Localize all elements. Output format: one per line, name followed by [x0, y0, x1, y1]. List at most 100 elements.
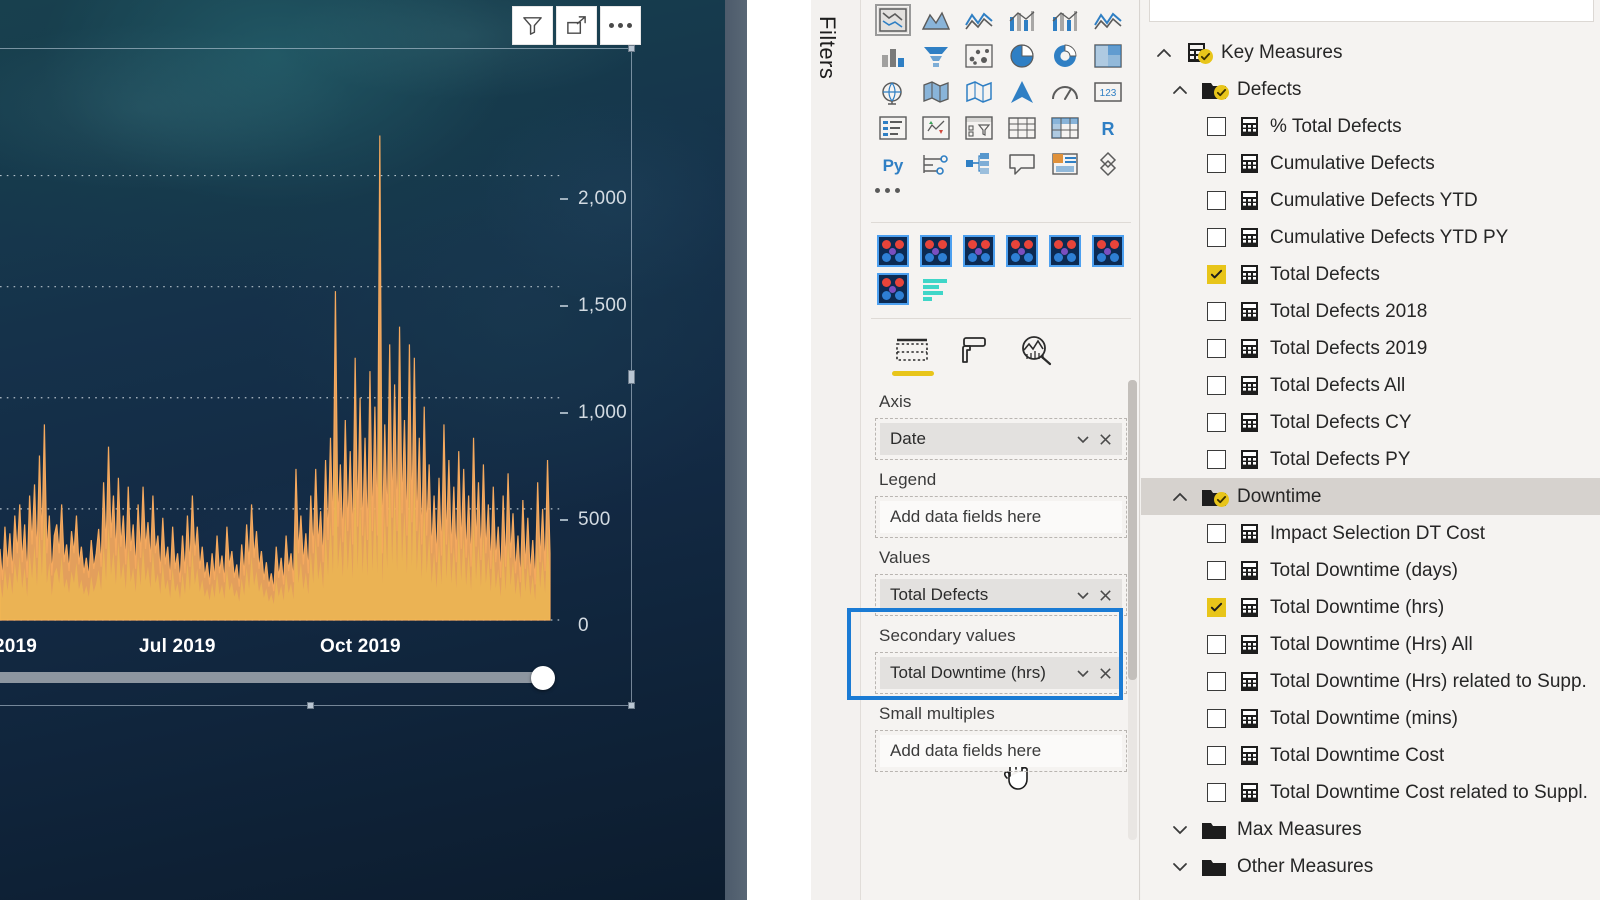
well-dropzone[interactable]: Date: [875, 418, 1127, 460]
fields-pane[interactable]: Key Measures Defects % Total Defects Cumula…: [1141, 0, 1600, 900]
field-checkbox[interactable]: [1207, 376, 1226, 395]
field-chip[interactable]: Total Downtime (hrs): [880, 657, 1122, 689]
chip-dropdown-icon[interactable]: [1072, 665, 1094, 681]
field-row-measure[interactable]: Cumulative Defects YTD PY: [1141, 219, 1600, 256]
field-row-measure[interactable]: Total Downtime (mins): [1141, 700, 1600, 737]
field-row-measure[interactable]: Total Downtime Cost related to Suppl.: [1141, 774, 1600, 811]
clustered-bar-chart-icon[interactable]: [957, 2, 1000, 38]
field-checkbox[interactable]: [1207, 783, 1226, 802]
field-row-measure[interactable]: % Total Defects: [1141, 108, 1600, 145]
visual-header-toolbar[interactable]: [512, 6, 641, 45]
field-checkbox[interactable]: [1207, 598, 1226, 617]
chevron-down-icon[interactable]: [1163, 857, 1197, 877]
fields-search-box[interactable]: [1149, 0, 1594, 22]
field-row-measure[interactable]: Total Defects 2018: [1141, 293, 1600, 330]
field-checkbox[interactable]: [1207, 228, 1226, 247]
field-row-measure[interactable]: Cumulative Defects YTD: [1141, 182, 1600, 219]
resize-handle-bottom-middle[interactable]: [307, 702, 314, 709]
chart-scrollbar-thumb[interactable]: [531, 666, 555, 690]
chip-remove-icon[interactable]: [1094, 432, 1116, 447]
waterfall-chart-icon[interactable]: [871, 74, 914, 110]
viz-pane-scrollbar-thumb[interactable]: [1128, 380, 1137, 680]
custom-visuals-gallery[interactable]: [871, 232, 1131, 308]
field-checkbox[interactable]: [1207, 191, 1226, 210]
field-checkbox[interactable]: [1207, 450, 1226, 469]
field-chip[interactable]: Total Defects: [880, 579, 1122, 611]
funnel-chart-icon[interactable]: [914, 74, 957, 110]
field-checkbox[interactable]: [1207, 339, 1226, 358]
filled-map-icon[interactable]: [914, 110, 957, 146]
field-checkbox[interactable]: [1207, 709, 1226, 728]
format-tab[interactable]: [943, 325, 1005, 375]
line-chart-icon[interactable]: [871, 38, 914, 74]
field-checkbox[interactable]: [1207, 154, 1226, 173]
visualizations-pane[interactable]: 123 R Py Axis Date Legend Add data field…: [847, 0, 1141, 900]
custom-visual-icon[interactable]: [871, 232, 914, 270]
viz-pane-scrollbar[interactable]: [1128, 380, 1137, 840]
chart-horizontal-scrollbar[interactable]: [0, 672, 553, 683]
kpi-icon[interactable]: [914, 146, 957, 182]
clustered-column-chart-icon[interactable]: [1000, 2, 1043, 38]
more-visuals-ellipsis-icon[interactable]: [875, 188, 900, 193]
field-checkbox[interactable]: [1207, 117, 1226, 136]
filters-pane-label[interactable]: Filters: [805, 6, 849, 126]
field-checkbox[interactable]: [1207, 746, 1226, 765]
hundred-stacked-bar-icon[interactable]: [1043, 2, 1086, 38]
field-folder-row[interactable]: Defects: [1141, 71, 1600, 108]
matrix-icon[interactable]: [1043, 146, 1086, 182]
arcgis-map-icon[interactable]: [1000, 110, 1043, 146]
line-clustered-column-icon[interactable]: [1043, 38, 1086, 74]
treemap-icon[interactable]: 123: [1086, 74, 1129, 110]
stacked-area-chart-icon[interactable]: [957, 38, 1000, 74]
hundred-stacked-column-icon[interactable]: [1086, 2, 1129, 38]
visual-type-gallery[interactable]: 123 R Py: [871, 2, 1131, 182]
field-checkbox[interactable]: [1207, 413, 1226, 432]
field-checkbox[interactable]: [1207, 265, 1226, 284]
multi-row-card-icon[interactable]: Py: [871, 146, 914, 182]
map-icon[interactable]: [871, 110, 914, 146]
well-dropzone[interactable]: Total Defects: [875, 574, 1127, 616]
gauge-icon[interactable]: [1043, 110, 1086, 146]
field-row-measure[interactable]: Total Downtime (hrs): [1141, 589, 1600, 626]
field-checkbox[interactable]: [1207, 561, 1226, 580]
focus-mode-icon[interactable]: [556, 6, 597, 45]
chevron-down-icon[interactable]: [1163, 820, 1197, 840]
custom-bar-visual-icon[interactable]: [914, 270, 957, 308]
well-dropzone[interactable]: Total Downtime (hrs): [875, 652, 1127, 694]
field-checkbox[interactable]: [1207, 635, 1226, 654]
field-chip[interactable]: Date: [880, 423, 1122, 455]
field-row-measure[interactable]: Cumulative Defects: [1141, 145, 1600, 182]
more-options-icon[interactable]: [600, 6, 641, 45]
field-checkbox[interactable]: [1207, 524, 1226, 543]
field-row-measure[interactable]: Total Defects All: [1141, 367, 1600, 404]
slicer-icon[interactable]: [957, 146, 1000, 182]
field-folder-row[interactable]: Downtime: [1141, 478, 1600, 515]
custom-visual-icon[interactable]: [957, 232, 1000, 270]
field-folder-row[interactable]: Max Measures: [1141, 811, 1600, 848]
donut-chart-icon[interactable]: [1043, 74, 1086, 110]
well-dropzone[interactable]: Add data fields here: [875, 496, 1127, 538]
filter-icon[interactable]: [512, 6, 553, 45]
visualizations-pane-tabs[interactable]: [861, 322, 1141, 378]
field-row-measure[interactable]: Total Downtime (Hrs) related to Supp.: [1141, 663, 1600, 700]
resize-handle-right-middle[interactable]: [628, 370, 635, 384]
field-row-measure[interactable]: Total Defects CY: [1141, 404, 1600, 441]
field-folder-row[interactable]: Other Measures: [1141, 848, 1600, 885]
custom-visual-icon[interactable]: [1086, 232, 1129, 270]
custom-visual-icon[interactable]: [914, 232, 957, 270]
pie-chart-icon[interactable]: [1000, 74, 1043, 110]
chevron-up-icon[interactable]: [1163, 487, 1197, 507]
stacked-column-chart-icon[interactable]: [914, 2, 957, 38]
field-row-measure[interactable]: Total Defects 2019: [1141, 330, 1600, 367]
chevron-up-icon[interactable]: [1163, 80, 1197, 100]
custom-visual-icon[interactable]: [871, 270, 914, 308]
resize-handle-bottom-right[interactable]: [628, 702, 635, 709]
defects-area-chart[interactable]: [0, 110, 560, 630]
filters-pane-collapsed[interactable]: [725, 0, 811, 900]
field-row-measure[interactable]: Total Downtime (Hrs) All: [1141, 626, 1600, 663]
area-chart-icon[interactable]: [914, 38, 957, 74]
field-row-measure[interactable]: Total Defects: [1141, 256, 1600, 293]
scatter-chart-icon[interactable]: [957, 74, 1000, 110]
custom-visual-icon[interactable]: [1000, 232, 1043, 270]
fields-tree[interactable]: Key Measures Defects % Total Defects Cumula…: [1141, 34, 1600, 885]
